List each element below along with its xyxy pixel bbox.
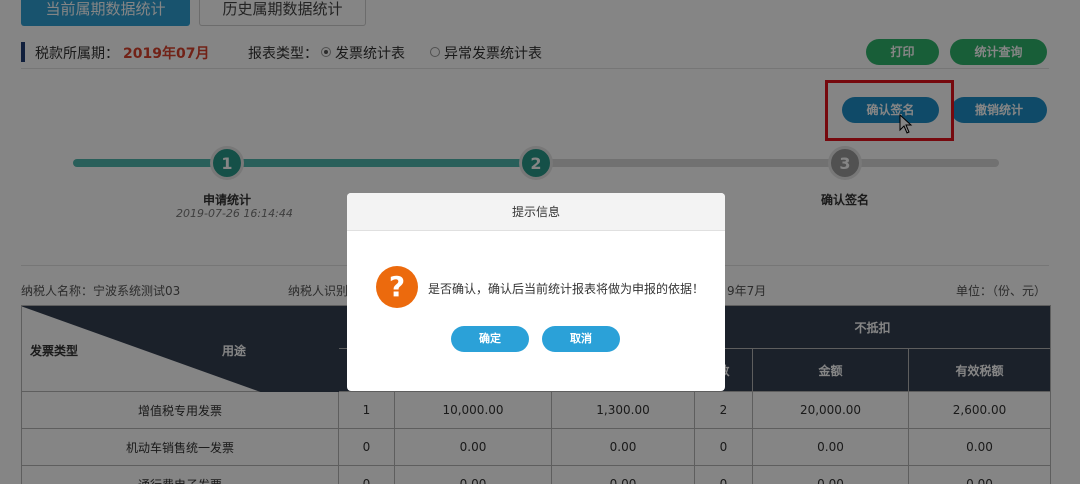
dialog-title: 提示信息: [347, 193, 725, 231]
ok-button[interactable]: 确定: [451, 326, 529, 352]
confirm-dialog: 提示信息 ? 是否确认，确认后当前统计报表将做为申报的依据！ 确定 取消: [347, 193, 725, 391]
cancel-button[interactable]: 取消: [542, 326, 620, 352]
dialog-message: 是否确认，确认后当前统计报表将做为申报的依据！: [428, 282, 705, 296]
question-icon: ?: [376, 266, 418, 308]
